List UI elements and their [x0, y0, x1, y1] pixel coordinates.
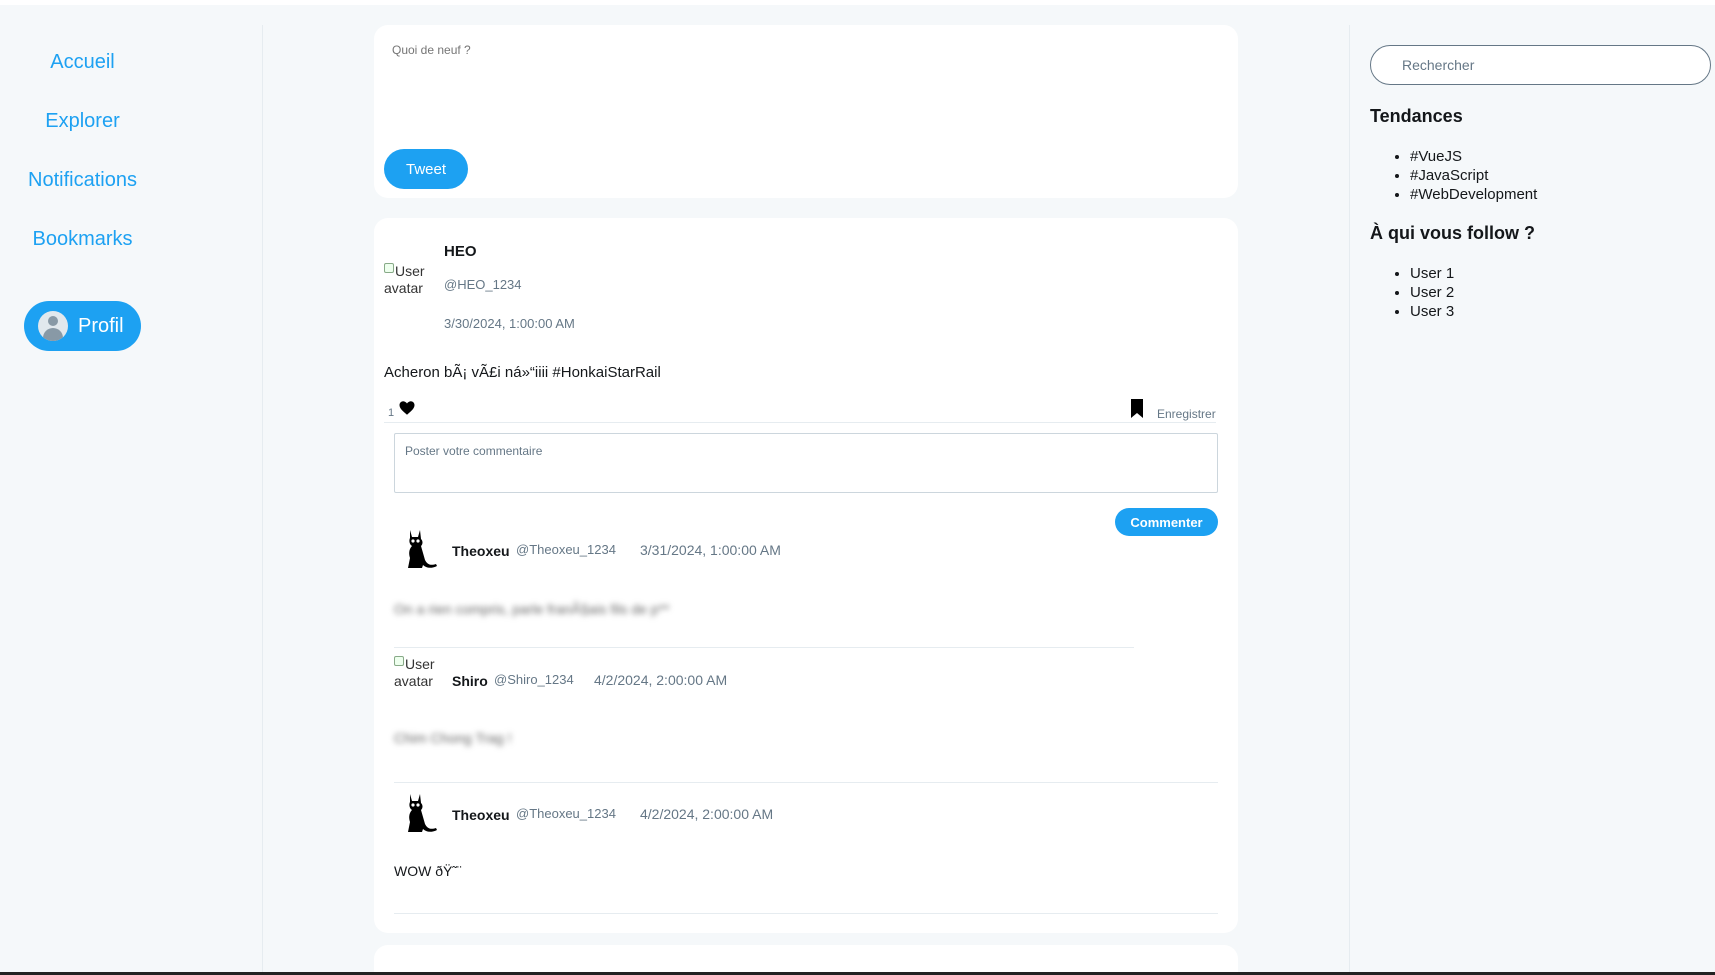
follow-item[interactable]: User 1: [1410, 264, 1454, 283]
comment-text: Chim Chong Trag !: [394, 730, 512, 746]
comment-date: 4/2/2024, 2:00:00 AM: [594, 672, 728, 688]
user-avatar-icon: [38, 311, 68, 341]
comment-text: WOW ðŸ˜¨: [394, 863, 462, 879]
right-column: Tendances #VueJS #JavaScript #WebDevelop…: [1349, 25, 1715, 972]
post-handle[interactable]: @HEO_1234: [444, 277, 522, 292]
post-date: 3/30/2024, 1:00:00 AM: [444, 316, 575, 331]
cat-icon: [408, 530, 437, 568]
comment-item: Theoxeu @Theoxeu_1234 4/2/2024, 2:00:00 …: [394, 790, 1218, 890]
tweet-button[interactable]: Tweet: [384, 149, 468, 189]
next-post-card: [374, 945, 1238, 975]
comment-avatar: User avatar: [394, 656, 436, 700]
trend-item[interactable]: #WebDevelopment: [1410, 185, 1537, 204]
trends-title: Tendances: [1370, 106, 1463, 126]
sidebar-item-accueil[interactable]: Accueil: [0, 51, 165, 74]
follow-list: User 1 User 2 User 3: [1410, 264, 1454, 321]
compose-box: Tweet: [374, 25, 1238, 198]
comment-date: 3/31/2024, 1:00:00 AM: [640, 542, 781, 558]
bookmark-icon[interactable]: [1130, 399, 1144, 419]
broken-image-icon: [384, 263, 394, 273]
comment-author[interactable]: Theoxeu: [452, 807, 510, 823]
comment-author[interactable]: Theoxeu: [452, 543, 510, 559]
post-content: Acheron bÃ¡ vÃ£i ná»“iiii #HonkaiStarRai…: [384, 364, 661, 381]
comment-item: User avatar Shiro @Shiro_1234 4/2/2024, …: [394, 656, 1218, 756]
trends-list: #VueJS #JavaScript #WebDevelopment: [1410, 147, 1537, 204]
follow-item[interactable]: User 2: [1410, 283, 1454, 302]
save-label[interactable]: Enregistrer: [1157, 407, 1216, 421]
comment-author[interactable]: Shiro: [452, 673, 488, 689]
comment-divider: [394, 913, 1218, 914]
actions-divider: [384, 422, 1216, 423]
sidebar-item-notifications[interactable]: Notifications: [0, 169, 165, 192]
comment-date: 4/2/2024, 2:00:00 AM: [640, 806, 774, 822]
post-author[interactable]: HEO: [444, 243, 477, 260]
comment-text: On a rien compris, parle franÃ§ais fils …: [394, 601, 670, 617]
trend-item[interactable]: #VueJS: [1410, 147, 1537, 166]
comment-handle[interactable]: @Theoxeu_1234: [516, 806, 616, 821]
sidebar-item-bookmarks[interactable]: Bookmarks: [0, 228, 165, 251]
sidebar: Accueil Explorer Notifications Bookmarks…: [0, 25, 263, 972]
post-card: User avatar HEO @HEO_1234 3/30/2024, 1:0…: [374, 218, 1238, 933]
comment-divider: [394, 782, 1218, 783]
trend-item[interactable]: #JavaScript: [1410, 166, 1537, 185]
profile-label: Profil: [78, 314, 124, 337]
search-input[interactable]: [1370, 45, 1711, 85]
profile-button[interactable]: Profil: [24, 301, 141, 351]
comment-handle[interactable]: @Theoxeu_1234: [516, 542, 616, 557]
sidebar-item-explorer[interactable]: Explorer: [0, 110, 165, 133]
like-count: 1: [388, 407, 395, 419]
cat-icon: [408, 794, 437, 832]
compose-input[interactable]: [392, 43, 1212, 138]
top-strip: [0, 0, 1715, 5]
follow-title: À qui vous follow ?: [1370, 223, 1535, 243]
comment-divider: [394, 647, 1134, 648]
broken-image-icon: [394, 656, 404, 666]
comment-input[interactable]: Poster votre commentaire: [394, 433, 1218, 493]
comment-handle[interactable]: @Shiro_1234: [494, 672, 574, 687]
heart-icon[interactable]: [398, 399, 416, 417]
comment-item: Theoxeu @Theoxeu_1234 3/31/2024, 1:00:00…: [394, 526, 1218, 626]
follow-item[interactable]: User 3: [1410, 302, 1454, 321]
post-avatar: User avatar: [384, 263, 430, 303]
